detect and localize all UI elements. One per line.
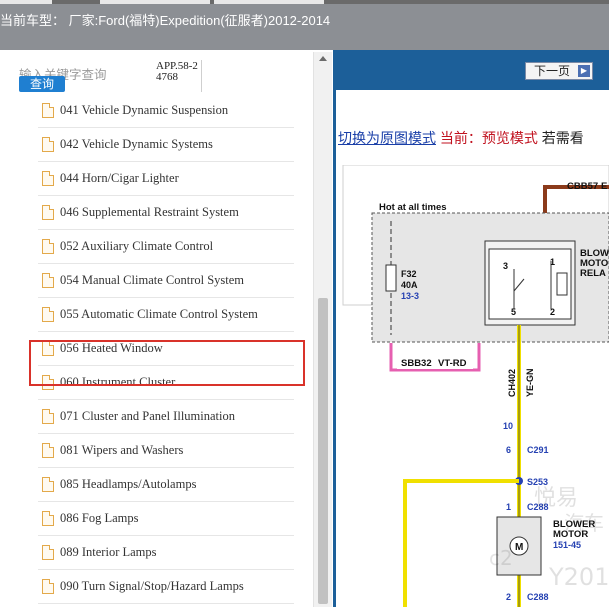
watermark: c2 <box>489 546 513 570</box>
tree-item-label: 044 Horn/Cigar Lighter <box>60 171 179 185</box>
ch402-label: CH402 <box>507 369 517 397</box>
pin-label: 10 <box>503 421 513 431</box>
document-icon <box>42 171 54 186</box>
mode-line: 切换为原图模式 当前：预览模式 若需看 <box>338 128 584 148</box>
c288-label: C288 <box>527 592 549 602</box>
tree-item-label: 086 Fog Lamps <box>60 511 139 525</box>
tree-item-label: 081 Wipers and Washers <box>60 443 184 457</box>
tree-item[interactable]: 052 Auxiliary Climate Control <box>0 230 312 264</box>
tree-item-label: 054 Manual Climate Control System <box>60 273 245 287</box>
document-icon <box>42 205 54 220</box>
left-scrollbar[interactable] <box>313 52 332 607</box>
fuse-rating: 40A <box>401 280 418 290</box>
tree-item[interactable]: 054 Manual Climate Control System <box>0 264 312 298</box>
document-icon <box>42 443 54 458</box>
hot-at-all-times-label: Hot at all times <box>379 202 447 213</box>
sbb32-label: SBB32 <box>401 358 432 369</box>
motor-symbol: M <box>515 542 523 553</box>
arrow-right-icon: ▶ <box>578 65 590 77</box>
document-icon <box>42 511 54 526</box>
scroll-thumb[interactable] <box>318 298 328 604</box>
tree-item[interactable]: 044 Horn/Cigar Lighter <box>0 162 312 196</box>
mode-trailing-text: 若需看 <box>541 130 584 146</box>
tree-item[interactable]: 041 Vehicle Dynamic Suspension <box>0 94 312 128</box>
cbb57-suffix: E <box>601 181 607 192</box>
tree-item-label: 041 Vehicle Dynamic Suspension <box>60 103 229 117</box>
left-panel: 输入关键字查询 查询 APP.58-24768 041 Vehicle Dyna… <box>0 50 333 607</box>
pin-label: 1 <box>550 257 555 267</box>
tree-item[interactable]: 090 Turn Signal/Stop/Hazard Lamps <box>0 570 312 604</box>
relay-coil <box>556 272 568 296</box>
tree-item[interactable]: 042 Vehicle Dynamic Systems <box>0 128 312 162</box>
divider <box>38 603 294 604</box>
next-page-label: 下一页 <box>534 64 571 78</box>
tree-item[interactable]: 086 Fog Lamps <box>0 502 312 536</box>
document-icon <box>42 545 54 560</box>
tree-item-label: 052 Auxiliary Climate Control <box>60 239 214 253</box>
fuse-symbol <box>385 264 397 292</box>
tree-item-label: 071 Cluster and Panel Illumination <box>60 409 235 423</box>
tree-item-label: 046 Supplemental Restraint System <box>60 205 239 219</box>
pin-label: 1 <box>506 502 511 512</box>
tree-item[interactable]: 081 Wipers and Washers <box>0 434 312 468</box>
wiring-diagram: CBB57 E Hot at all times F32 40A 13-3 3 … <box>342 165 609 607</box>
pin-label: 2 <box>550 307 555 317</box>
scroll-up-icon[interactable] <box>319 56 327 61</box>
pin-label: 5 <box>511 307 516 317</box>
blower-ref: 151-45 <box>553 540 581 550</box>
tree-item-label: 090 Turn Signal/Stop/Hazard Lamps <box>60 579 244 593</box>
current-vehicle-title: 当前车型： 厂家:Ford(福特)Expedition(征服者)2012-201… <box>0 13 331 28</box>
watermark: 汽车 <box>564 511 604 535</box>
pin-label: 6 <box>506 445 511 455</box>
fuse-name: F32 <box>401 269 417 279</box>
tree-item-label: 042 Vehicle Dynamic Systems <box>60 137 213 151</box>
cbb57-label: CBB57 <box>567 181 598 192</box>
c291-label: C291 <box>527 445 549 455</box>
tree-item-label: 089 Interior Lamps <box>60 545 157 559</box>
query-button[interactable]: 查询 <box>19 76 65 92</box>
document-icon <box>42 137 54 152</box>
relay-label: RELA <box>580 268 606 279</box>
document-icon <box>42 239 54 254</box>
tree-item-label: 055 Automatic Climate Control System <box>60 307 258 321</box>
current-mode-label: 当前：预览模式 <box>439 130 538 146</box>
app-id-label: APP.58-24768 <box>156 60 198 83</box>
header-bar: 当前车型： 厂家:Ford(福特)Expedition(征服者)2012-201… <box>0 4 609 50</box>
tree-item[interactable]: 046 Supplemental Restraint System <box>0 196 312 230</box>
document-icon <box>42 477 54 492</box>
document-icon <box>42 409 54 424</box>
tree-item-label: 085 Headlamps/Autolamps <box>60 477 197 491</box>
fuse-ref: 13-3 <box>401 291 419 301</box>
watermark: Y2016 <box>548 563 609 591</box>
selection-highlight <box>29 340 305 386</box>
tree-item[interactable]: 089 Interior Lamps <box>0 536 312 570</box>
pin-label: 3 <box>503 261 508 271</box>
watermark: 悦易 <box>534 486 578 511</box>
ye-gn-label: YE-GN <box>525 368 535 397</box>
document-icon <box>42 307 54 322</box>
pin-label: 2 <box>506 592 511 602</box>
tree-item[interactable]: 071 Cluster and Panel Illumination <box>0 400 312 434</box>
tree-item[interactable]: 085 Headlamps/Autolamps <box>0 468 312 502</box>
document-icon <box>42 579 54 594</box>
document-icon <box>42 103 54 118</box>
divider <box>201 60 202 92</box>
switch-original-mode-link[interactable]: 切换为原图模式 <box>338 130 436 146</box>
tree-item-selected[interactable]: 055 Automatic Climate Control System <box>0 298 312 332</box>
sbb32-color: VT-RD <box>438 358 467 369</box>
document-icon <box>42 273 54 288</box>
next-page-button[interactable]: 下一页 ▶ <box>525 62 593 80</box>
